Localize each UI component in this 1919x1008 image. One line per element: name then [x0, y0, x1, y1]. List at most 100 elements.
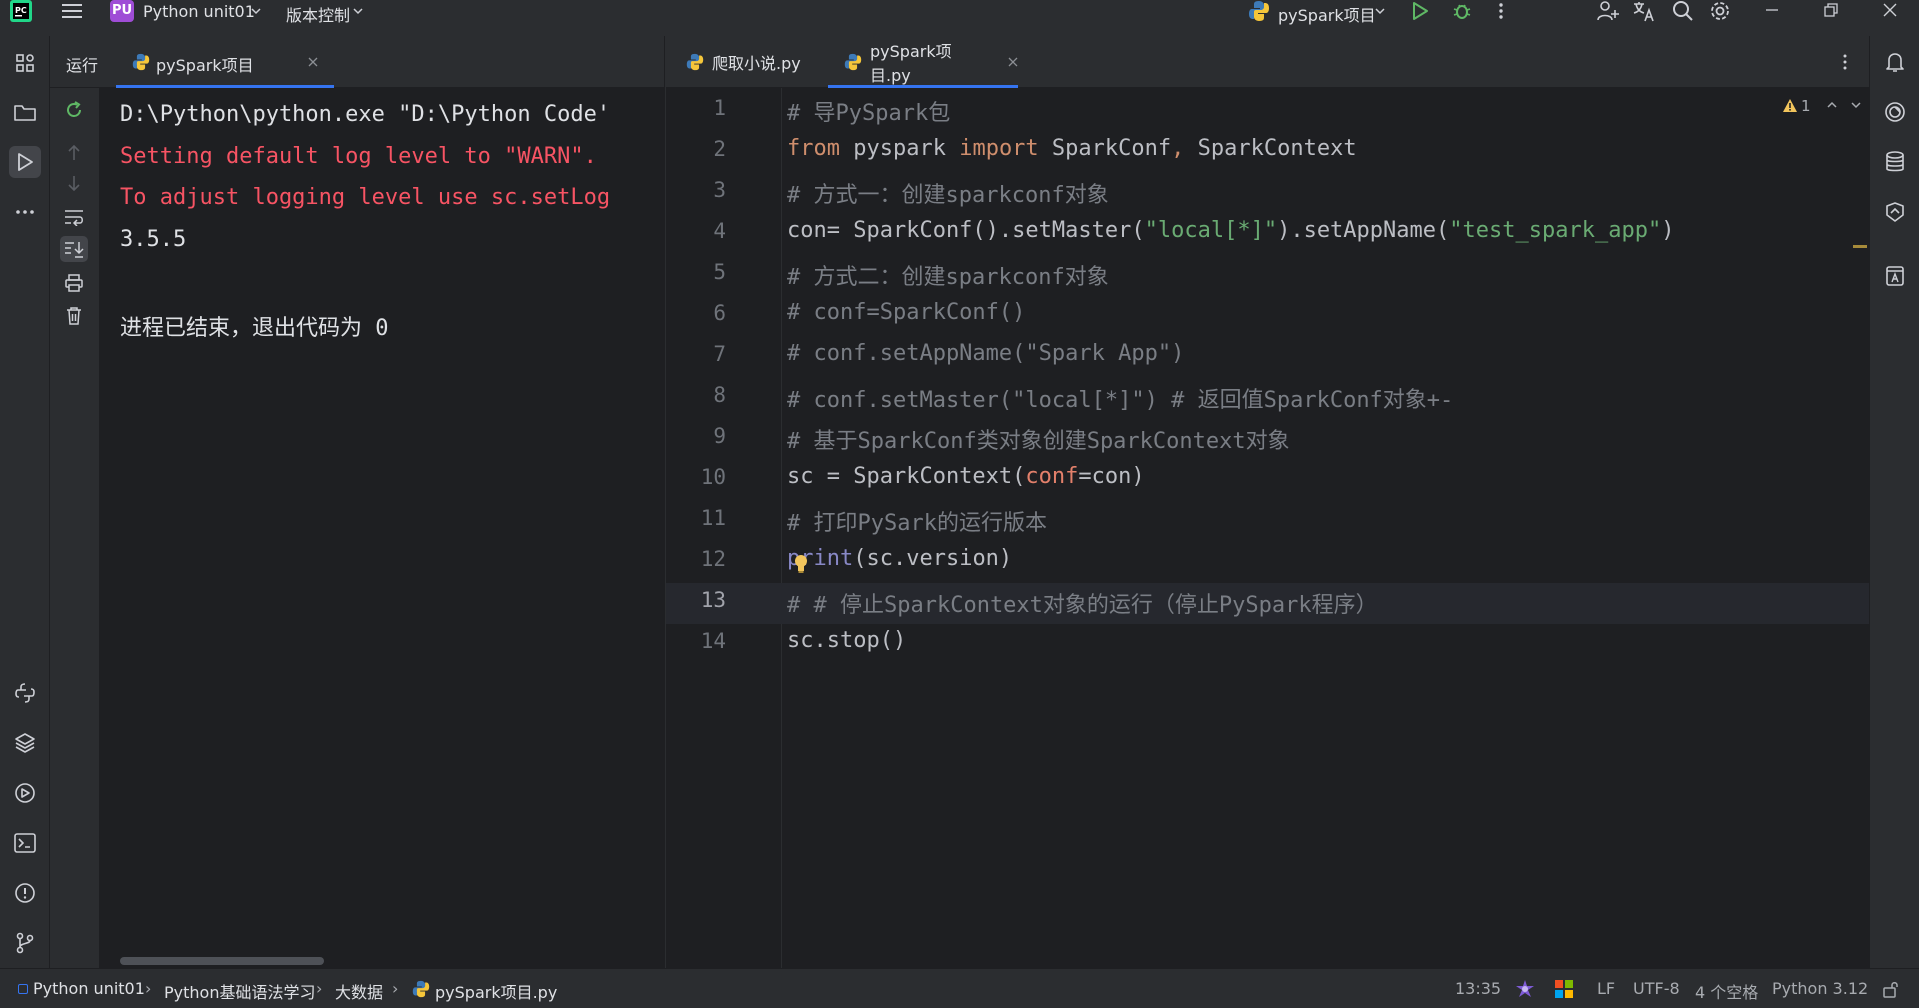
python-console-icon[interactable] — [9, 677, 41, 709]
tab-label: pySpark项目.py — [870, 42, 952, 85]
more-tools-icon[interactable] — [9, 196, 41, 228]
tab-pyspark-project[interactable]: pySpark项目.py — [828, 36, 1018, 88]
breadcrumb-item[interactable]: 大数据 — [335, 979, 383, 1003]
minimize-icon[interactable] — [1764, 0, 1780, 20]
code-token: ) — [1661, 218, 1675, 243]
horizontal-scrollbar[interactable] — [120, 957, 324, 965]
database-icon[interactable] — [1879, 146, 1911, 178]
folder-icon[interactable] — [9, 97, 41, 129]
interpreter-selector[interactable]: Python 3.12 — [1772, 979, 1868, 998]
warning-stripe-marker[interactable] — [1853, 245, 1867, 248]
trash-icon[interactable] — [65, 306, 83, 326]
chevron-down-icon[interactable] — [1850, 100, 1862, 110]
notifications-bell-icon[interactable] — [1879, 46, 1911, 78]
run-tool-icon[interactable] — [9, 146, 41, 178]
code-line: # # 停止SparkContext对象的运行（停止PySpark程序） — [787, 593, 1378, 618]
chevron-up-icon[interactable] — [1826, 100, 1838, 110]
svg-text:PC: PC — [15, 6, 27, 15]
chevron-down-icon[interactable] — [250, 6, 262, 16]
code-token: =con) — [1078, 464, 1145, 489]
tab-crawl-novel[interactable]: 爬取小说.py — [680, 36, 826, 88]
soft-wrap-icon[interactable] — [64, 208, 84, 226]
line-number: 5 — [713, 260, 726, 284]
code-line: # 基于SparkConf类对象创建SparkContext对象 — [787, 429, 1290, 454]
translate-icon[interactable] — [1632, 0, 1656, 22]
code-token: conf — [1025, 464, 1079, 489]
services-icon[interactable] — [9, 777, 41, 809]
console-line: 3.5.5 — [120, 227, 187, 252]
project-selector[interactable]: Python unit01 — [143, 2, 255, 21]
run-toolbar — [50, 88, 153, 968]
close-window-icon[interactable] — [1882, 2, 1898, 18]
editor-tab-bar: 爬取小说.py pySpark项目.py — [666, 36, 1869, 88]
run-icon[interactable] — [1410, 1, 1430, 21]
code-line: # conf=SparkConf() — [787, 300, 1026, 325]
code-token: "local[*]" — [1144, 218, 1278, 243]
main-menu-icon[interactable] — [62, 2, 82, 20]
status-bar: Python unit01 › Python基础语法学习 › 大数据 › pyS… — [0, 968, 1919, 1008]
chevron-right-icon: › — [316, 979, 323, 998]
run-tab-pyspark[interactable]: pySpark项目 — [116, 36, 334, 88]
indent-setting[interactable]: 4 个空格 — [1695, 979, 1758, 1003]
restore-icon[interactable] — [1823, 2, 1839, 18]
terminal-icon[interactable] — [9, 827, 41, 859]
run-panel-header: 运行 pySpark项目 — [50, 36, 665, 88]
more-tabs-icon[interactable] — [1842, 53, 1848, 71]
search-icon[interactable] — [1672, 0, 1694, 22]
debug-icon[interactable] — [1452, 1, 1472, 21]
code-token: SparkConf — [1038, 136, 1172, 161]
line-number: 8 — [713, 383, 726, 407]
line-separator[interactable]: LF — [1597, 979, 1615, 998]
project-structure-icon[interactable] — [9, 47, 41, 79]
python-packages-icon[interactable] — [9, 727, 41, 759]
unlock-icon[interactable] — [1882, 980, 1900, 998]
file-encoding[interactable]: UTF-8 — [1633, 979, 1680, 998]
pycharm-logo-icon[interactable]: PC — [10, 0, 32, 22]
windows-logo-icon[interactable] — [1555, 980, 1573, 998]
code-editor[interactable]: # 导PySpark包 from pyspark import SparkCon… — [782, 88, 1869, 968]
add-user-icon[interactable] — [1596, 0, 1620, 22]
problems-icon[interactable] — [9, 877, 41, 909]
python-file-icon — [844, 53, 862, 71]
ai-status-icon[interactable] — [1515, 979, 1535, 999]
chevron-down-icon[interactable] — [1374, 6, 1386, 16]
plugin-icon[interactable] — [1879, 196, 1911, 228]
line-number: 1 — [713, 96, 726, 120]
more-actions-icon[interactable] — [1497, 1, 1505, 21]
console-output[interactable]: D:\Python\python.exe "D:\Python Code' Se… — [100, 88, 665, 968]
preview-doc-icon[interactable] — [1879, 260, 1911, 292]
arrow-down-icon[interactable] — [65, 174, 83, 192]
scroll-to-end-icon[interactable] — [60, 236, 88, 262]
left-tool-strip — [0, 36, 50, 968]
line-number: 11 — [700, 506, 726, 530]
chevron-right-icon: › — [145, 979, 152, 998]
code-token: con= SparkConf().setMaster( — [787, 218, 1145, 243]
line-number: 12 — [700, 547, 726, 571]
line-number: 2 — [713, 137, 726, 161]
rerun-icon[interactable] — [64, 100, 84, 120]
warning-count[interactable]: 1 — [1801, 97, 1811, 115]
vcs-menu[interactable]: 版本控制 — [286, 2, 350, 26]
close-tab-icon[interactable] — [1008, 57, 1018, 67]
run-panel-title: 运行 — [66, 56, 99, 75]
code-line: # conf.setMaster("local[*]") # 返回值SparkC… — [787, 388, 1454, 413]
cursor-position[interactable]: 13:35 — [1455, 979, 1501, 998]
run-config-selector[interactable]: pySpark项目 — [1278, 2, 1376, 26]
breadcrumb-item[interactable]: Python基础语法学习 — [164, 979, 315, 1003]
ai-assistant-icon[interactable] — [1879, 96, 1911, 128]
lightbulb-intention-icon[interactable] — [793, 554, 809, 574]
breadcrumb-item[interactable]: pySpark项目.py — [435, 979, 557, 1003]
chevron-down-icon[interactable] — [352, 6, 364, 16]
code-token: SparkContext — [1184, 136, 1357, 161]
project-badge[interactable]: PU — [110, 0, 134, 22]
warning-icon[interactable] — [1782, 98, 1798, 113]
arrow-up-icon[interactable] — [65, 144, 83, 162]
line-number: 7 — [713, 342, 726, 366]
code-line: sc.stop() — [787, 628, 907, 653]
close-tab-icon[interactable] — [308, 57, 318, 67]
breadcrumb-item[interactable]: Python unit01 — [33, 979, 145, 998]
settings-gear-icon[interactable] — [1709, 0, 1731, 22]
git-branch-icon[interactable] — [9, 927, 41, 959]
print-icon[interactable] — [64, 274, 84, 292]
line-number: 13 — [700, 588, 726, 612]
